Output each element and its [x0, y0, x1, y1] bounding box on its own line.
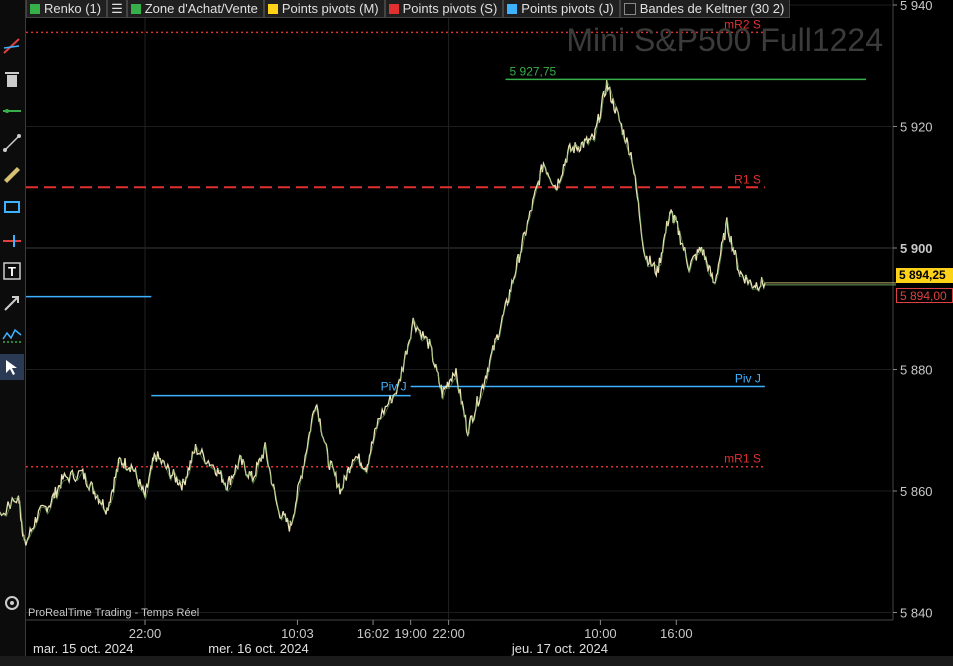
x-tick-label: 16:02: [357, 626, 390, 641]
x-date-label: mer. 16 oct. 2024: [208, 641, 308, 656]
instrument-watermark: Mini S&P500 Full1224: [566, 22, 883, 58]
x-tick-label: 22:00: [129, 626, 162, 641]
y-tick-label: 5 940: [900, 0, 933, 13]
level-label: Piv J: [735, 372, 761, 386]
legend-swatch: [388, 3, 399, 14]
legend-item-5[interactable]: Bandes de Keltner (30 2): [619, 0, 791, 18]
x-tick-label: 10:03: [281, 626, 314, 641]
indicator-legend-bar: Renko (1) ☰ Zone d'Achat/Vente Points pivot…: [26, 0, 791, 18]
legend-item-0[interactable]: Renko (1): [26, 0, 108, 18]
x-tick-label: 10:00: [584, 626, 617, 641]
legend-swatch: [507, 3, 518, 14]
legend-label: Zone d'Achat/Vente: [144, 1, 258, 16]
x-date-label: mar. 15 oct. 2024: [33, 641, 133, 656]
x-date-label: jeu. 17 oct. 2024: [511, 641, 608, 656]
level-label: Piv J: [381, 380, 407, 394]
level-label: R1 S: [734, 172, 761, 186]
legend-item-2[interactable]: Points pivots (M): [263, 0, 385, 18]
x-tick-label: 16:00: [660, 626, 693, 641]
legend-menu-icon[interactable]: ☰: [107, 0, 127, 18]
plot-area: [26, 0, 893, 620]
level-label: mR1 S: [724, 452, 761, 466]
price-chart: 5 940 5 920 5 900 5 880 5 860 5 840 22:00 10:03…: [0, 0, 933, 656]
legend-label: Points pivots (S): [402, 1, 498, 16]
legend-label: Bandes de Keltner (30 2): [639, 1, 785, 16]
level-label: 5 927,75: [510, 64, 557, 78]
legend-swatch: [267, 3, 278, 14]
legend-label: Points pivots (J): [521, 1, 614, 16]
x-tick-label: 22:00: [432, 626, 465, 641]
bottom-status-strip: [0, 656, 953, 666]
legend-item-3[interactable]: Points pivots (S): [384, 0, 504, 18]
legend-swatch: [130, 3, 141, 14]
y-tick-label: 5 900: [900, 241, 933, 256]
legend-swatch: [623, 2, 636, 15]
y-tick-label: 5 840: [900, 606, 933, 621]
x-tick-label: 19:00: [394, 626, 427, 641]
data-source-label: ProRealTime Trading - Temps Réel: [28, 607, 200, 619]
last-price-tag: 5 894,25: [896, 268, 953, 283]
y-tick-label: 5 880: [900, 363, 933, 378]
y-tick-label: 5 920: [900, 120, 933, 135]
legend-label: Points pivots (M): [281, 1, 379, 16]
y-tick-label: 5 860: [900, 484, 933, 499]
legend-item-4[interactable]: Points pivots (J): [503, 0, 620, 18]
legend-item-1[interactable]: Zone d'Achat/Vente: [126, 0, 264, 18]
red-price-tag: 5 894,00: [896, 288, 953, 303]
legend-swatch: [30, 3, 40, 14]
legend-label: Renko (1): [44, 1, 102, 16]
